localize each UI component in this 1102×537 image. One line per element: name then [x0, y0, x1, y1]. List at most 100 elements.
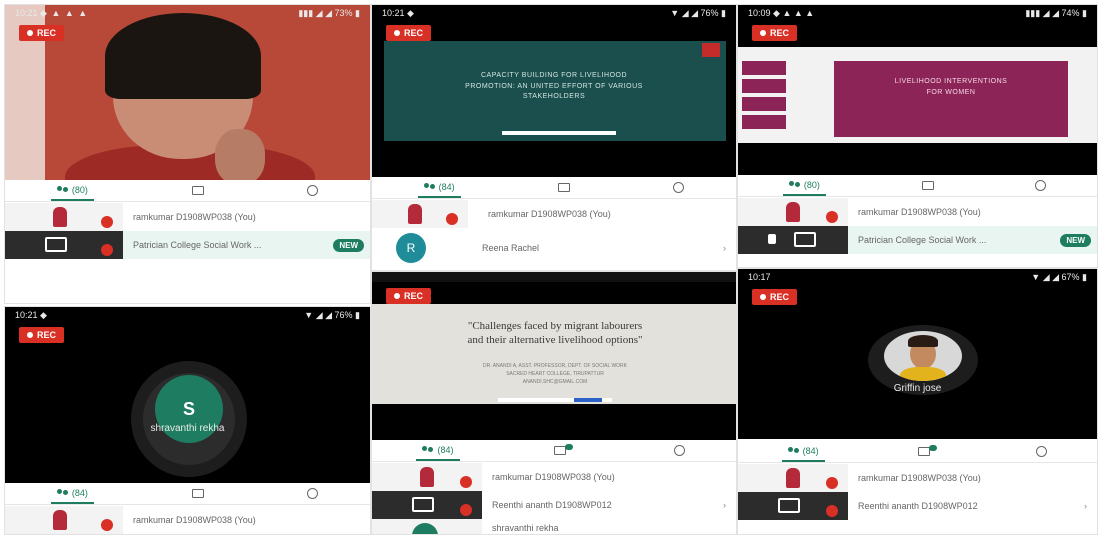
status-bar: 10:21 ◆ ▲ ▲ ▲ ▮▮▮ ◢ ◢ 73% ▮ — [5, 5, 370, 21]
status-right: ▼ ◢ ◢ 67% ▮ — [1031, 271, 1087, 282]
slide-title-line: "Challenges faced by migrant labourers — [467, 320, 643, 332]
slide-subtitle: DR. ANANDI A, ASST. PROFESSOR, DEPT. OF … — [382, 362, 728, 386]
avatar — [412, 523, 438, 534]
rec-label: REC — [770, 28, 790, 38]
rec-dot-icon — [760, 30, 766, 36]
participant-name: Patrician College Social Work ... — [858, 235, 987, 245]
slide-progress-bar — [498, 398, 612, 402]
participant-thumbnail — [5, 231, 123, 259]
video-stage[interactable]: S shravanthi rekha 10:21 ◆ ▼ ◢ ◢ 76% ▮ R… — [5, 307, 370, 483]
participant-thumbnail — [372, 200, 468, 228]
list-item[interactable]: Reenthi ananth D1908WP012 › — [738, 492, 1097, 520]
slide-thumbnail — [742, 79, 786, 93]
mic-off-icon — [826, 505, 838, 517]
mic-off-icon — [101, 216, 113, 228]
participant-thumbnail — [738, 198, 848, 226]
tab-chat[interactable] — [552, 177, 576, 198]
participant-name: shravanthi rekha — [492, 522, 559, 533]
mic-off-icon — [460, 504, 472, 516]
tab-info[interactable] — [668, 440, 691, 461]
presentation-slide: LIVELIHOOD INTERVENTIONS FOR WOMEN — [834, 61, 1068, 137]
rec-badge: REC — [752, 25, 798, 41]
participant-name: Patrician College Social Work ... — [133, 240, 262, 250]
participant-tabs: (80) — [738, 175, 1097, 197]
slide-progress-bar — [502, 131, 616, 135]
shared-screen-window: LIVELIHOOD INTERVENTIONS FOR WOMEN — [738, 47, 1097, 143]
list-item[interactable]: ramkumar D1908WP038 (You) — [738, 198, 1097, 226]
participant-thumbnail — [738, 492, 848, 520]
person-figure — [420, 467, 434, 487]
video-stage[interactable]: CAPACITY BUILDING FOR LIVELIHOOD PROMOTI… — [372, 5, 736, 177]
slide-sub-line: ANANDI.SHC@GMAIL.COM — [522, 379, 588, 385]
tab-info[interactable] — [1030, 441, 1053, 462]
chevron-right-icon[interactable]: › — [1084, 501, 1087, 511]
tab-chat[interactable] — [186, 483, 210, 504]
list-item[interactable]: ramkumar D1908WP038 (You) — [372, 200, 736, 228]
tab-people[interactable]: (80) — [50, 180, 94, 201]
rec-label: REC — [37, 330, 57, 340]
speaker-name: Griffin jose — [893, 383, 942, 394]
participant-thumbnail — [5, 203, 123, 231]
chevron-right-icon[interactable]: › — [723, 500, 726, 510]
video-stage[interactable]: Griffin jose 10:17 ▼ ◢ ◢ 67% ▮ REC — [738, 269, 1097, 439]
rec-label: REC — [404, 28, 424, 38]
status-right: ▮▮▮ ◢ ◢ 74% ▮ — [1025, 7, 1087, 18]
tab-info[interactable] — [301, 483, 324, 504]
tab-info[interactable] — [1029, 175, 1052, 196]
screenshot-panel-2: CAPACITY BUILDING FOR LIVELIHOOD PROMOTI… — [371, 4, 737, 271]
tab-chat[interactable] — [916, 175, 940, 196]
status-time: 10:21 — [15, 309, 38, 320]
chat-icon — [191, 489, 204, 498]
info-icon — [673, 182, 685, 193]
list-item[interactable]: Patrician College Social Work ... NEW — [738, 226, 1097, 254]
list-item[interactable]: shravanthi rekha — [372, 519, 736, 534]
mic-off-icon — [101, 519, 113, 531]
status-time: 10:17 — [748, 272, 771, 282]
slide-thumbnail — [742, 115, 786, 129]
rec-badge: REC — [19, 25, 65, 41]
participant-name: ramkumar D1908WP038 (You) — [133, 515, 256, 525]
list-item[interactable]: ramkumar D1908WP038 (You) — [738, 464, 1097, 492]
chat-icon — [191, 186, 204, 195]
list-item[interactable]: ramkumar D1908WP038 (You) — [5, 203, 370, 231]
speaker-photo — [884, 331, 962, 381]
slide-progress-fill — [574, 398, 602, 402]
tab-people[interactable]: (84) — [416, 440, 460, 461]
list-item[interactable]: ramkumar D1908WP038 (You) — [5, 506, 370, 534]
participant-list: ramkumar D1908WP038 (You) Reenthi ananth… — [738, 464, 1097, 520]
screen-share-icon — [412, 497, 434, 512]
chevron-right-icon[interactable]: › — [723, 243, 726, 253]
screen-share-icon — [778, 498, 800, 513]
tab-chat[interactable] — [548, 440, 579, 461]
people-count: (80) — [803, 179, 820, 190]
list-item[interactable]: Reenthi ananth D1908WP012 › — [372, 491, 736, 519]
list-item[interactable]: Patrician College Social Work ... NEW — [5, 231, 370, 259]
tab-info[interactable] — [667, 177, 690, 198]
slide-thumbnail — [742, 61, 786, 75]
status-icons: ◆ — [40, 309, 47, 320]
tab-info[interactable] — [301, 180, 324, 201]
tab-chat[interactable] — [186, 180, 210, 201]
list-item[interactable]: R Reena Rachel › — [372, 228, 736, 268]
info-icon — [1035, 180, 1047, 191]
participant-thumbnail — [5, 506, 123, 534]
tab-people[interactable]: (84) — [781, 441, 825, 462]
person-figure — [53, 510, 67, 530]
video-stage[interactable]: 10:21 ◆ ▲ ▲ ▲ ▮▮▮ ◢ ◢ 73% ▮ REC — [5, 5, 370, 180]
slide-corner-mark — [702, 43, 720, 57]
person-hair — [105, 13, 261, 99]
info-icon — [674, 445, 686, 456]
video-stage[interactable]: LIVELIHOOD INTERVENTIONS FOR WOMEN 10:09… — [738, 5, 1097, 175]
rec-dot-icon — [760, 294, 766, 300]
slide-line: CAPACITY BUILDING FOR LIVELIHOOD — [480, 72, 628, 79]
tab-people[interactable]: (80) — [782, 175, 826, 196]
tab-people[interactable]: (84) — [417, 177, 461, 198]
tab-people[interactable]: (84) — [50, 483, 94, 504]
participant-name: ramkumar D1908WP038 (You) — [488, 209, 611, 219]
participant-thumbnail — [372, 491, 482, 519]
list-item[interactable]: ramkumar D1908WP038 (You) — [372, 463, 736, 491]
video-stage[interactable]: "Challenges faced by migrant labourers a… — [372, 282, 736, 440]
participant-tabs: (80) — [5, 180, 370, 202]
tab-chat[interactable] — [912, 441, 943, 462]
participant-name: Reenthi ananth D1908WP012 — [492, 500, 612, 510]
